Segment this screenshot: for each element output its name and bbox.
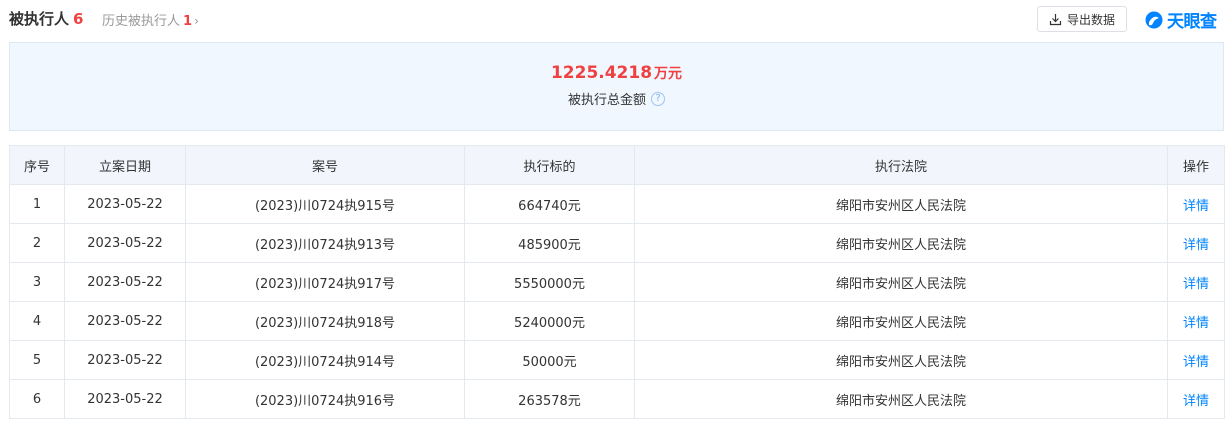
cell-date: 2023-05-22: [64, 262, 186, 302]
table-row: 4 2023-05-22 (2023)川0724执918号 5240000元 绵…: [9, 301, 1225, 341]
cell-index: 4: [9, 301, 65, 341]
download-icon: [1049, 13, 1062, 25]
cell-amount: 50000元: [464, 340, 635, 380]
cell-case-no: (2023)川0724执913号: [185, 223, 465, 263]
cell-date: 2023-05-22: [64, 223, 186, 263]
total-amount-label: 被执行总金额: [567, 93, 646, 108]
cell-amount: 5550000元: [464, 262, 635, 302]
column-header-case-no: 案号: [185, 145, 465, 185]
total-amount: 1225.4218 万元: [10, 63, 1223, 83]
export-data-button[interactable]: 导出数据: [1037, 6, 1127, 32]
cell-court: 绵阳市安州区人民法院: [634, 262, 1168, 302]
cell-index: 6: [9, 379, 65, 419]
table-row: 1 2023-05-22 (2023)川0724执915号 664740元 绵阳…: [9, 184, 1225, 224]
table-row: 2 2023-05-22 (2023)川0724执913号 485900元 绵阳…: [9, 223, 1225, 263]
cell-amount: 263578元: [464, 379, 635, 419]
total-amount-value: 1225.4218: [550, 63, 653, 83]
section-header: 被执行人 6 历史被执行人 1 › 导出数据 天眼查: [0, 0, 1230, 38]
cell-index: 3: [9, 262, 65, 302]
cell-court: 绵阳市安州区人民法院: [634, 184, 1168, 224]
table-row: 6 2023-05-22 (2023)川0724执916号 263578元 绵阳…: [9, 379, 1225, 419]
column-header-action: 操作: [1167, 145, 1225, 185]
cell-index: 2: [9, 223, 65, 263]
details-link[interactable]: 详情: [1183, 355, 1209, 370]
help-icon[interactable]: ?: [651, 91, 665, 106]
cell-date: 2023-05-22: [64, 340, 186, 380]
column-header-amount: 执行标的: [464, 145, 635, 185]
details-link[interactable]: 详情: [1183, 277, 1209, 292]
cell-date: 2023-05-22: [64, 301, 186, 341]
total-amount-unit: 万元: [654, 66, 683, 82]
tab-executed-person[interactable]: 被执行人 6: [9, 8, 83, 29]
details-link[interactable]: 详情: [1183, 238, 1209, 253]
details-link[interactable]: 详情: [1183, 394, 1209, 409]
tab-executed-person-label: 被执行人: [9, 10, 70, 28]
cell-index: 5: [9, 340, 65, 380]
cell-action: 详情: [1167, 184, 1225, 224]
cell-action: 详情: [1167, 223, 1225, 263]
table-header-row: 序号 立案日期 案号 执行标的 执行法院 操作: [9, 145, 1225, 185]
cell-case-no: (2023)川0724执916号: [185, 379, 465, 419]
logo-text: 天眼查: [1167, 12, 1217, 32]
cell-amount: 485900元: [464, 223, 635, 263]
cell-court: 绵阳市安州区人民法院: [634, 223, 1168, 263]
cell-case-no: (2023)川0724执918号: [185, 301, 465, 341]
tab-history-label: 历史被执行人: [102, 14, 181, 29]
table-row: 3 2023-05-22 (2023)川0724执917号 5550000元 绵…: [9, 262, 1225, 302]
cell-amount: 664740元: [464, 184, 635, 224]
cell-case-no: (2023)川0724执917号: [185, 262, 465, 302]
cell-case-no: (2023)川0724执915号: [185, 184, 465, 224]
cell-amount: 5240000元: [464, 301, 635, 341]
column-header-index: 序号: [9, 145, 65, 185]
executed-cases-table: 序号 立案日期 案号 执行标的 执行法院 操作 1 2023-05-22 (20…: [9, 145, 1225, 419]
cell-action: 详情: [1167, 301, 1225, 341]
table-row: 5 2023-05-22 (2023)川0724执914号 50000元 绵阳市…: [9, 340, 1225, 380]
cell-action: 详情: [1167, 379, 1225, 419]
chevron-right-icon: ›: [194, 14, 199, 28]
tab-history-executed-person[interactable]: 历史被执行人 1 ›: [102, 10, 199, 29]
total-amount-summary: 1225.4218 万元 被执行总金额 ?: [9, 42, 1224, 131]
column-header-court: 执行法院: [634, 145, 1168, 185]
details-link[interactable]: 详情: [1183, 316, 1209, 331]
total-amount-label-row: 被执行总金额 ?: [568, 89, 665, 108]
tianyancha-logo-icon: [1145, 11, 1163, 28]
tab-executed-person-count: 6: [73, 10, 84, 28]
cell-court: 绵阳市安州区人民法院: [634, 340, 1168, 380]
details-link[interactable]: 详情: [1183, 199, 1209, 214]
cell-date: 2023-05-22: [64, 379, 186, 419]
column-header-date: 立案日期: [64, 145, 186, 185]
cell-court: 绵阳市安州区人民法院: [634, 301, 1168, 341]
tianyancha-logo: 天眼查: [1144, 7, 1217, 32]
cell-court: 绵阳市安州区人民法院: [634, 379, 1168, 419]
tab-history-count: 1: [183, 14, 193, 29]
cell-case-no: (2023)川0724执914号: [185, 340, 465, 380]
cell-date: 2023-05-22: [64, 184, 186, 224]
cell-action: 详情: [1167, 262, 1225, 302]
cell-index: 1: [9, 184, 65, 224]
export-data-label: 导出数据: [1066, 12, 1115, 27]
cell-action: 详情: [1167, 340, 1225, 380]
